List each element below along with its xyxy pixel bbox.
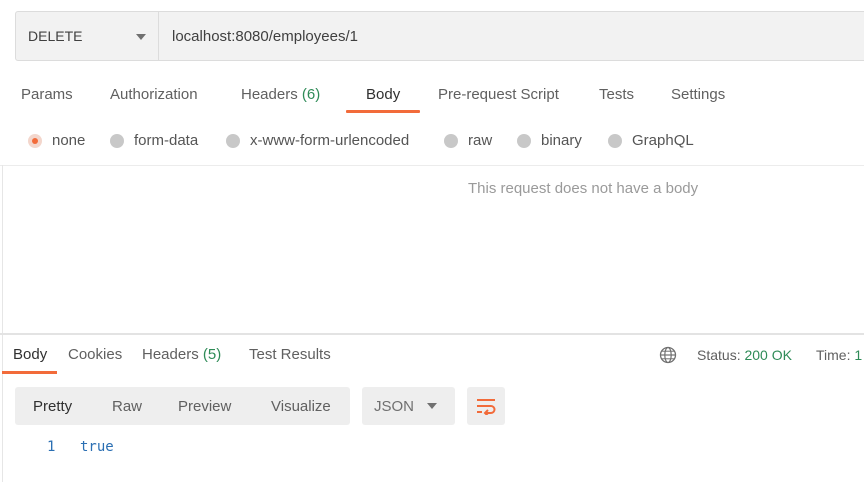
response-pane-resize-handle[interactable]: [0, 333, 864, 335]
view-pretty-button[interactable]: Pretty: [33, 387, 72, 425]
section-divider: [0, 165, 864, 166]
tab-settings[interactable]: Settings: [671, 86, 725, 103]
wrap-lines-icon: [477, 399, 496, 415]
radio-dot-icon: [28, 133, 42, 148]
tab-params[interactable]: Params: [21, 86, 73, 103]
tab-label: Params: [21, 86, 73, 103]
url-input[interactable]: localhost:8080/employees/1: [159, 12, 864, 60]
time-label: Time:: [816, 347, 851, 363]
tab-label: Settings: [671, 86, 726, 103]
status-value[interactable]: 200 OK: [744, 347, 791, 363]
body-type-options: none form-data x-www-form-urlencoded raw…: [0, 128, 864, 154]
radio-graphql[interactable]: GraphQL: [608, 132, 694, 149]
view-preview-button[interactable]: Preview: [178, 387, 231, 425]
chevron-down-icon: [136, 34, 146, 40]
method-select[interactable]: DELETE: [16, 12, 159, 60]
tab-body[interactable]: Body: [366, 86, 400, 103]
panel-border: [2, 165, 3, 482]
response-time: Time: 1: [816, 347, 862, 363]
view-raw-button[interactable]: Raw: [112, 387, 142, 425]
radio-dot-icon: [517, 133, 531, 148]
response-tab-body[interactable]: Body: [13, 346, 47, 363]
tab-label: Body: [13, 346, 48, 363]
response-status: Status: 200 OK: [697, 347, 792, 363]
view-mode-group: Pretty Raw Preview Visualize: [15, 387, 350, 425]
tab-label: Tests: [599, 86, 635, 103]
tab-label: Cookies: [68, 346, 123, 363]
tab-label: Pre-request Script: [438, 86, 559, 103]
radio-dot-icon: [608, 133, 622, 148]
tab-authorization[interactable]: Authorization: [110, 86, 198, 103]
code-text: true: [80, 439, 114, 455]
radio-label: none: [52, 132, 86, 149]
active-tab-indicator: [2, 371, 57, 374]
view-visualize-button[interactable]: Visualize: [271, 387, 331, 425]
radio-form-data[interactable]: form-data: [110, 132, 198, 149]
tab-label: Headers: [241, 86, 298, 103]
radio-x-www-form-urlencoded[interactable]: x-www-form-urlencoded: [226, 132, 409, 149]
active-tab-indicator: [346, 110, 420, 113]
time-value[interactable]: 1: [854, 347, 862, 363]
tab-count: (6): [301, 86, 321, 103]
empty-body-message: This request does not have a body: [468, 180, 699, 197]
status-label: Status:: [697, 347, 741, 363]
format-select[interactable]: JSON: [362, 387, 455, 425]
radio-dot-icon: [110, 133, 124, 148]
tab-label: Authorization: [110, 86, 198, 103]
code-line: 1 true: [0, 438, 864, 458]
wrap-lines-button[interactable]: [467, 387, 505, 425]
tab-label: Headers: [142, 346, 199, 363]
radio-dot-icon: [444, 133, 458, 148]
method-label: DELETE: [28, 28, 83, 44]
tab-count: (5): [202, 346, 222, 363]
request-tabs: Params Authorization Headers (6) Body Pr…: [0, 78, 864, 114]
tab-headers[interactable]: Headers (6): [241, 86, 320, 103]
radio-binary[interactable]: binary: [517, 132, 582, 149]
tab-tests[interactable]: Tests: [599, 86, 634, 103]
chevron-down-icon: [427, 403, 437, 409]
radio-dot-icon: [226, 133, 240, 148]
radio-label: x-www-form-urlencoded: [250, 132, 410, 149]
radio-raw[interactable]: raw: [444, 132, 492, 149]
format-label: JSON: [374, 397, 415, 415]
globe-icon[interactable]: [659, 346, 677, 364]
request-bar: DELETE localhost:8080/employees/1: [15, 11, 864, 61]
response-tab-test-results[interactable]: Test Results: [249, 346, 331, 363]
tab-label: Body: [366, 86, 401, 103]
radio-label: GraphQL: [632, 132, 694, 149]
tab-pre-request-script[interactable]: Pre-request Script: [438, 86, 559, 103]
radio-label: raw: [468, 132, 493, 149]
tab-label: Test Results: [249, 346, 331, 363]
response-tab-headers[interactable]: Headers (5): [142, 346, 221, 363]
radio-none[interactable]: none: [28, 132, 85, 149]
radio-label: form-data: [134, 132, 199, 149]
line-number: 1: [47, 439, 56, 455]
radio-label: binary: [541, 132, 582, 149]
response-tab-cookies[interactable]: Cookies: [68, 346, 122, 363]
